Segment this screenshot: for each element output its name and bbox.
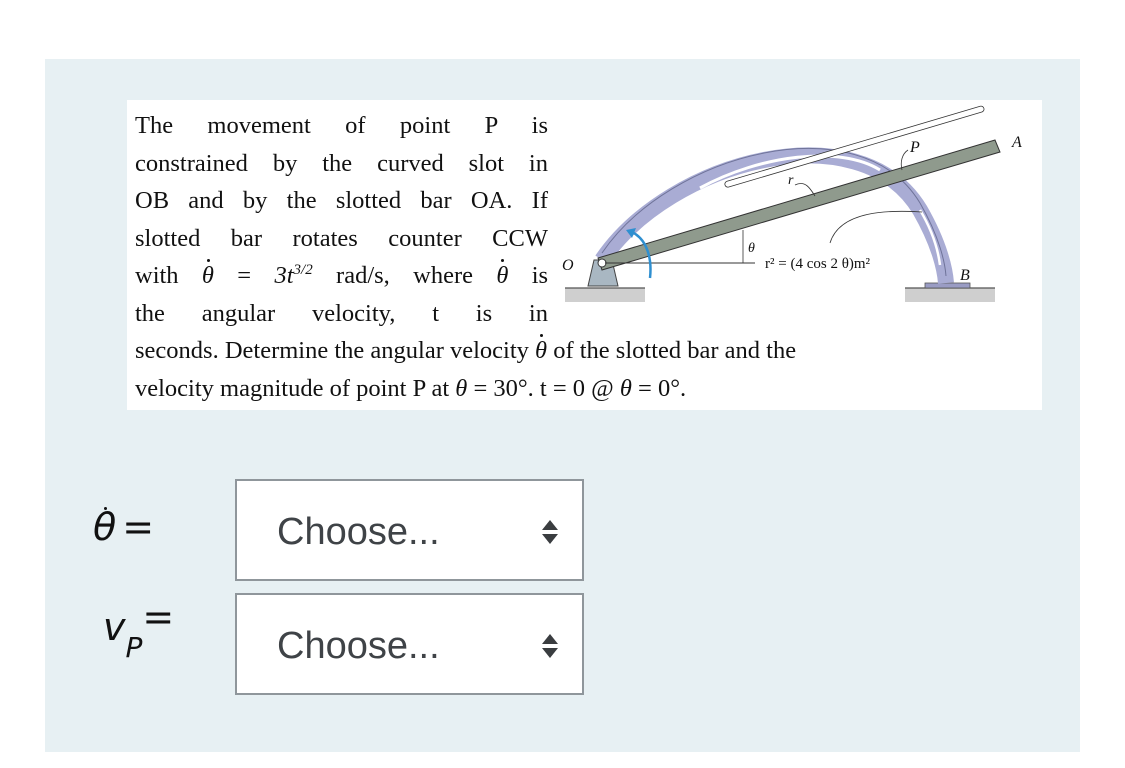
text-segment: seconds. Determine the angular velocity (135, 337, 529, 364)
question-line: velocity magnitude of point P at θ = 30°… (135, 370, 1035, 408)
up-down-arrows-icon (542, 520, 558, 544)
label-o: O (562, 257, 574, 274)
label-a: A (1011, 134, 1022, 151)
question-text-wide: seconds. Determine the angular velocity … (135, 332, 1035, 407)
question-line: The movement of point P is (135, 112, 548, 139)
rate-units: rad/s, where (336, 262, 473, 289)
theta-dot-symbol: θ (496, 257, 508, 295)
equals-sign: = (122, 505, 155, 549)
equals-sign: = (237, 262, 252, 289)
theta-symbol: θ (619, 374, 632, 402)
text-segment: = 0°. (638, 374, 687, 402)
up-down-arrows-icon (542, 634, 558, 658)
select-value: Choose... (277, 625, 440, 667)
rate-expression: 3t3/2 (274, 262, 312, 289)
text-with: with (135, 262, 179, 289)
text-is: is (531, 262, 549, 289)
question-text-narrow: The movement of point P is constrained b… (135, 107, 548, 332)
equals-sign: = (142, 595, 175, 639)
question-line: slotted bar rotates counter CCW (135, 224, 548, 252)
text-segment: velocity magnitude of point P at (135, 374, 450, 402)
vp-label: vP= (103, 595, 174, 664)
theta-dot-select[interactable]: Choose... (235, 479, 584, 581)
label-p: P (909, 139, 920, 156)
v-symbol: v (103, 605, 126, 649)
theta-symbol: θ (455, 374, 468, 402)
text-segment: of the slotted bar and the (553, 337, 797, 364)
question-line-rate: with θ = 3t3/2 rad/s, where θ is (135, 257, 548, 295)
question-image: The movement of point P is constrained b… (127, 100, 1042, 410)
label-r: r (788, 173, 794, 188)
question-line: the angular velocity, t is in (135, 299, 548, 327)
pivot-o (597, 258, 607, 268)
p-subscript: P (125, 630, 143, 664)
text-segment: = 30°. t = 0 @ (473, 374, 614, 402)
vp-select[interactable]: Choose... (235, 593, 584, 695)
rate-exponent: 3/2 (293, 261, 313, 278)
label-b: B (960, 267, 970, 284)
label-theta: θ (748, 241, 755, 256)
rate-base: 3t (274, 262, 294, 289)
select-value: Choose... (277, 511, 440, 553)
theta-dot-label: θ = (93, 505, 154, 549)
theta-dot-symbol: θ (535, 332, 547, 370)
theta-dot-symbol: θ (202, 257, 214, 295)
ground-support-b (905, 282, 995, 302)
ground-support-o (565, 287, 645, 302)
label-equation: r² = (4 cos 2 θ)m² (765, 256, 871, 272)
question-line: OB and by the slotted bar OA. If (135, 187, 548, 214)
question-line: seconds. Determine the angular velocity … (135, 332, 1035, 370)
mechanism-figure: O A B P r θ r² = (4 cos 2 θ)m² (562, 105, 1022, 302)
theta-dot-symbol: θ (93, 505, 117, 549)
question-line: constrained by the curved slot in (135, 149, 548, 177)
